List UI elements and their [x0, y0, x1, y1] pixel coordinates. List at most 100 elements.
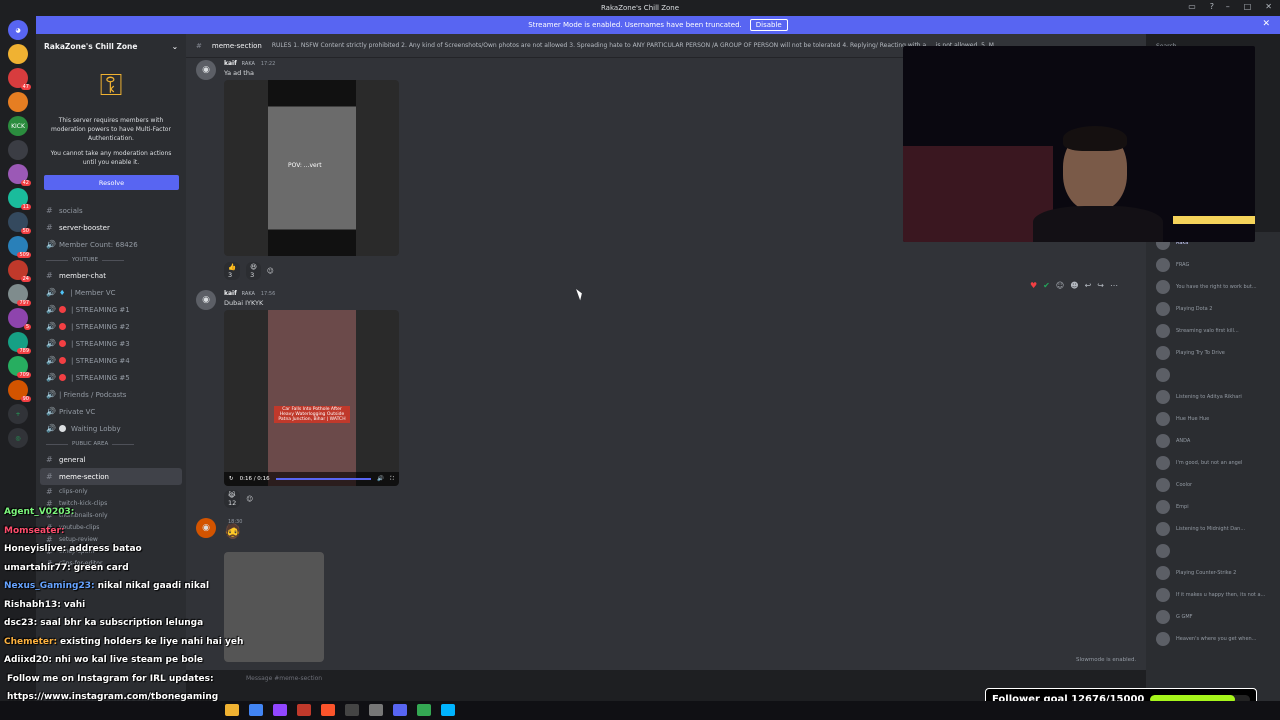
server-icon[interactable]: 47 — [8, 68, 31, 90]
more-icon[interactable]: ⋯ — [1110, 281, 1118, 290]
voice-streaming-5[interactable]: 🔊 | STREAMING #5 — [36, 369, 186, 386]
server-icon[interactable]: KICK — [8, 116, 28, 136]
author-name[interactable]: kaif — [224, 60, 237, 67]
video-progress[interactable] — [275, 478, 372, 480]
reaction[interactable]: 👍 3 — [224, 262, 241, 280]
server-icon[interactable]: 5 — [8, 308, 31, 330]
channel-server-booster[interactable]: # server-booster — [36, 219, 186, 236]
app-icon[interactable] — [441, 704, 455, 716]
member-item[interactable]: Hue Hue Hue — [1146, 408, 1280, 430]
resolve-button[interactable]: Resolve — [44, 175, 179, 190]
channel-meme-section[interactable]: # meme-section — [40, 468, 182, 485]
forward-icon[interactable]: ↪ — [1097, 281, 1104, 290]
voice-streaming-4[interactable]: 🔊 | STREAMING #4 — [36, 352, 186, 369]
category-public-area[interactable]: PUBLIC AREA — [36, 437, 186, 451]
member-item[interactable]: I'm good, but not an angel — [1146, 452, 1280, 474]
explore-icon[interactable]: ◎ — [8, 428, 28, 448]
server-icon[interactable]: 90 — [8, 380, 31, 402]
inbox-icon[interactable]: ▭ — [1188, 2, 1196, 11]
settings-icon[interactable] — [369, 704, 383, 716]
member-item[interactable]: Playing Counter-Strike 2 — [1146, 562, 1280, 584]
member-item[interactable]: ANDA — [1146, 430, 1280, 452]
video-attachment[interactable]: Car Falls Into Pothole After Heavy Water… — [224, 310, 399, 486]
member-item[interactable] — [1146, 364, 1280, 386]
member-item[interactable]: Listening to Aditya Rikhari — [1146, 386, 1280, 408]
chrome-icon[interactable] — [249, 704, 263, 716]
channel-clips-only[interactable]: # clips-only — [36, 485, 186, 497]
discord-icon[interactable] — [393, 704, 407, 716]
volume-icon[interactable]: 🔊 — [377, 476, 384, 482]
member-item[interactable]: Playing Try To Drive — [1146, 342, 1280, 364]
twitch-icon[interactable] — [273, 704, 287, 716]
reply-icon[interactable]: ↩ — [1085, 281, 1092, 290]
avatar[interactable]: ◉ — [196, 290, 216, 310]
server-icon[interactable] — [8, 92, 28, 112]
server-icon[interactable]: 797 — [8, 284, 31, 306]
reaction[interactable]: 😆 3 — [246, 262, 261, 280]
app-icon[interactable] — [297, 704, 311, 716]
avatar[interactable]: ◉ — [196, 60, 216, 80]
server-icon[interactable] — [8, 140, 28, 160]
member-item[interactable]: You have the right to work but... — [1146, 276, 1280, 298]
banner-close-icon[interactable]: ✕ — [1262, 19, 1270, 29]
voice-member-vc[interactable]: 🔊 ♦ | Member VC — [36, 284, 186, 301]
member-item[interactable]: Empi — [1146, 496, 1280, 518]
channel-member-count[interactable]: 🔊 Member Count: 68426 — [36, 236, 186, 253]
category-youtube[interactable]: YOUTUBE — [36, 253, 186, 267]
server-icon[interactable]: 11 — [8, 188, 31, 210]
voice-friends-podcasts[interactable]: 🔊 | Friends / Podcasts — [36, 386, 186, 403]
keyboard-icon[interactable] — [345, 704, 359, 716]
maximize-icon[interactable]: □ — [1244, 2, 1252, 11]
server-icon[interactable]: 42 — [8, 164, 31, 186]
server-icon[interactable]: 50 — [8, 212, 31, 234]
voice-streaming-3[interactable]: 🔊 | STREAMING #3 — [36, 335, 186, 352]
server-icon[interactable]: 789 — [8, 332, 31, 354]
channel-general[interactable]: # general — [36, 451, 186, 468]
minimize-icon[interactable]: – — [1226, 2, 1230, 11]
member-item[interactable]: If it makes u happy then, its not a... — [1146, 584, 1280, 606]
discord-home-icon[interactable]: ◕ — [8, 20, 28, 40]
voice-streaming-2[interactable]: 🔊 | STREAMING #2 — [36, 318, 186, 335]
member-text: FRAG — [1176, 262, 1189, 269]
member-item[interactable]: Playing Dota 2 — [1146, 298, 1280, 320]
check-reaction-icon[interactable]: ✔ — [1043, 281, 1050, 290]
add-reaction-icon[interactable]: ☺ — [267, 267, 274, 275]
server-icon[interactable] — [8, 44, 28, 64]
member-item[interactable]: Streaming valo first kill... — [1146, 320, 1280, 342]
add-reaction-icon[interactable]: ☻ — [1070, 281, 1078, 290]
server-icon[interactable]: 509 — [8, 236, 31, 258]
voice-private-vc[interactable]: 🔊 Private VC — [36, 403, 186, 420]
video-controls: ↻ 0:16 / 0:16 🔊 ⛶ — [224, 472, 399, 486]
hash-icon: # — [196, 41, 202, 50]
author-name[interactable]: kaif — [224, 290, 237, 297]
channel-socials[interactable]: # socials — [36, 202, 186, 219]
emoji-reaction-icon[interactable]: ☺ — [1056, 281, 1064, 290]
speaker-icon: 🔊 — [46, 322, 56, 331]
replay-icon[interactable]: ↻ — [229, 476, 234, 482]
file-explorer-icon[interactable] — [225, 704, 239, 716]
member-item[interactable]: FRAG — [1146, 254, 1280, 276]
chrome-icon[interactable] — [417, 704, 431, 716]
add-reaction-icon[interactable]: ☺ — [246, 495, 253, 503]
avatar — [1156, 390, 1170, 404]
help-icon[interactable]: ? — [1210, 2, 1214, 11]
video-attachment[interactable]: POV: ...vert — [224, 80, 399, 256]
add-server-icon[interactable]: + — [8, 404, 28, 424]
member-item[interactable]: Heaven's where you get when... — [1146, 628, 1280, 650]
server-icon[interactable]: 24 — [8, 260, 31, 282]
server-icon[interactable]: 709 — [8, 356, 31, 378]
member-item[interactable]: G GMF — [1146, 606, 1280, 628]
voice-streaming-1[interactable]: 🔊 | STREAMING #1 — [36, 301, 186, 318]
message-input[interactable]: Message #meme-section — [196, 675, 1136, 689]
close-window-icon[interactable]: ✕ — [1265, 2, 1272, 11]
member-item[interactable]: Listening to Midnight Dan... — [1146, 518, 1280, 540]
heart-reaction-icon[interactable]: ♥ — [1030, 281, 1037, 290]
voice-waiting-lobby[interactable]: 🔊 Waiting Lobby — [36, 420, 186, 437]
channel-member-chat[interactable]: # member-chat — [36, 267, 186, 284]
member-item[interactable]: Coolor — [1146, 474, 1280, 496]
member-item[interactable] — [1146, 540, 1280, 562]
fullscreen-icon[interactable]: ⛶ — [390, 476, 394, 483]
disable-streamer-mode-button[interactable]: Disable — [749, 19, 788, 31]
brave-icon[interactable] — [321, 704, 335, 716]
server-header[interactable]: RakaZone's Chill Zone ⌄ — [36, 34, 186, 58]
